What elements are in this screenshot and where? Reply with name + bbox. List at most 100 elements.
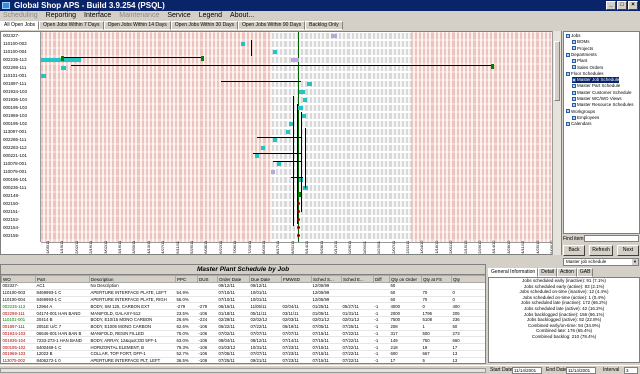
tree-item-sales-orders[interactable]: Sales Orders <box>572 65 603 71</box>
tree-item-master-resource-schedules[interactable]: Master Resource Schedules <box>572 102 634 108</box>
tree-item-master-wc-wo-views[interactable]: Master WC/WO Views <box>572 96 622 102</box>
view-select[interactable]: Master job schedule ▼ <box>563 258 639 266</box>
info-tab-3[interactable]: GAB <box>576 268 594 277</box>
job-bar[interactable] <box>273 138 277 142</box>
table-row[interactable]: 110101-001 20414 B BODY, E10/15 MONO CARBO… <box>1 316 485 324</box>
table-row[interactable]: 002327- AC1 No Description 09/12/11 09/12/11… <box>1 282 485 290</box>
column-header[interactable]: Order Date <box>217 275 250 283</box>
interval-field[interactable]: 3 <box>624 367 638 374</box>
find-item-input[interactable] <box>584 235 639 242</box>
table-row[interactable]: 000195-102 5400469-1 C HORIZONTAL ELEMENT,… <box>1 343 485 351</box>
gantt-row-label: 000195-102 <box>3 121 28 126</box>
job-bar[interactable] <box>61 66 66 70</box>
job-bar[interactable] <box>277 162 281 166</box>
job-bar[interactable] <box>241 42 245 46</box>
table-row[interactable]: 001897-111 2051E U/C 7 BODY, E1005 MONO CA… <box>1 323 485 331</box>
tree-item-master-customer-schedule[interactable]: Master Customer Schedule <box>572 90 632 96</box>
tree-item-projects[interactable]: Projects <box>572 46 593 52</box>
end-date-field[interactable]: 11/14/2001 <box>566 367 596 374</box>
tree-item-workgroups[interactable]: Workgroups <box>566 109 595 115</box>
column-header[interactable]: Qty on Order <box>389 275 422 283</box>
week-divider <box>475 32 478 242</box>
milestone-marker <box>61 56 64 61</box>
job-bar[interactable] <box>261 146 265 150</box>
tree-item-departments[interactable]: Departments <box>566 52 597 58</box>
cell-due: 10/01/11 <box>249 289 282 297</box>
tree-item-calendars[interactable]: Calendars <box>566 121 592 127</box>
info-tab-1[interactable]: Detail <box>538 268 557 277</box>
tab-5[interactable]: Backlog Only <box>305 21 343 30</box>
gantt-area[interactable] <box>41 32 561 242</box>
job-bar[interactable] <box>291 58 299 62</box>
folder-icon <box>572 65 576 70</box>
column-header[interactable]: Due Date <box>249 275 282 283</box>
column-header[interactable]: DUS <box>197 275 218 283</box>
tab-1[interactable]: Open Jobs Within 7 Days <box>39 21 104 30</box>
menu-item-5[interactable]: Legend <box>199 11 222 21</box>
job-bar[interactable] <box>255 154 259 158</box>
table-row[interactable]: 002298-111 04174-001 HAN BAND MANIFOLD, GA… <box>1 309 485 317</box>
chevron-down-icon[interactable]: ▼ <box>632 259 638 265</box>
tab-2[interactable]: Open Jobs Within 14 Days <box>103 21 171 30</box>
close-button[interactable]: × <box>628 1 638 10</box>
week-divider <box>190 32 192 242</box>
job-bar[interactable] <box>303 98 307 102</box>
column-header[interactable]: Qty <box>451 275 485 283</box>
job-bar[interactable] <box>273 50 277 54</box>
table-row[interactable]: 110100-003 8469993-1 C APERTURE INTERFACE … <box>1 289 485 297</box>
tree-item-jobs[interactable]: Jobs <box>566 33 581 39</box>
column-header[interactable]: PPC <box>175 275 198 283</box>
tree-item-label: Floor Schedules <box>571 70 604 76</box>
menu-item-4[interactable]: Service <box>167 11 190 21</box>
menu-item-0[interactable]: Scheduling <box>3 11 38 21</box>
table-row[interactable]: 001936-104 7233-273-1 HAN BAND BODY, ARRAY… <box>1 336 485 345</box>
gantt-vertical-scrollbar[interactable] <box>552 31 561 255</box>
table-row[interactable]: 113075-002 8406272-1 0 APERTURE INTERFACE … <box>1 357 485 363</box>
minimize-button[interactable]: _ <box>606 1 616 10</box>
dependency-line <box>305 128 306 188</box>
refresh-button[interactable]: Refresh <box>589 245 613 256</box>
maximize-button[interactable]: □ <box>617 1 627 10</box>
column-header[interactable]: Qty at FS <box>421 275 452 283</box>
table-row[interactable]: 001934-103 06546-001 HAN BAN B MANIFOLD, R… <box>1 330 485 338</box>
menu-item-1[interactable]: Reporting <box>46 11 76 21</box>
tree-item-plant[interactable]: Plant <box>572 58 587 64</box>
job-bar[interactable] <box>331 34 337 38</box>
table-row[interactable]: 110100-004 8469993-1 C APERTURE INTERFACE … <box>1 296 485 304</box>
tree-item-employees[interactable]: Employees <box>572 115 599 121</box>
column-header[interactable]: Sched S... <box>311 275 342 283</box>
tree-item-master-part-schedule[interactable]: Master Part Schedule <box>572 83 620 89</box>
info-tab-0[interactable]: General Information <box>488 268 539 277</box>
column-header[interactable]: Sched E... <box>341 275 374 283</box>
tree-item-boms[interactable]: BOMs <box>572 39 590 45</box>
info-tab-2[interactable]: Action <box>557 268 577 277</box>
menu-item-2[interactable]: Interface <box>84 11 111 21</box>
column-header[interactable]: WO <box>1 275 36 283</box>
column-header[interactable]: FMWSD <box>281 275 312 283</box>
job-bar[interactable] <box>307 82 312 86</box>
table-row[interactable]: 002235-113 12964 A BODY, SM 125, CARBON EX… <box>1 302 485 311</box>
menu-item-6[interactable]: About... <box>230 11 254 21</box>
column-header[interactable]: Part <box>35 275 90 283</box>
back-button[interactable]: Back <box>563 245 585 256</box>
table-row[interactable]: 001969-103 12023 B COLLAR, TOP FORT, DFP-1… <box>1 350 485 358</box>
tab-3[interactable]: Open Jobs Within 30 Days <box>170 21 238 30</box>
tree-item-master-job-schedule[interactable]: Master Job Schedule <box>572 77 620 84</box>
menu-item-3[interactable]: Maintenance <box>119 11 159 21</box>
cell-wo: 110101-001 <box>1 316 36 324</box>
tree-item-floor-schedules[interactable]: Floor Schedules <box>566 71 604 77</box>
scrollbar-thumb[interactable] <box>554 41 560 101</box>
tab-0[interactable]: All Open Jobs <box>0 21 40 30</box>
grid-horizontal-scrollbar[interactable] <box>0 368 486 373</box>
job-bar[interactable] <box>271 170 275 174</box>
tab-4[interactable]: Open Jobs Within 90 Days <box>237 21 306 30</box>
job-bar[interactable] <box>286 130 290 134</box>
start-date-field[interactable]: 11/14/2001 <box>512 367 542 374</box>
cell-diff: -1 <box>373 336 390 345</box>
column-header[interactable]: Diff <box>373 275 390 283</box>
job-bar[interactable] <box>41 74 46 78</box>
job-bar[interactable] <box>299 90 305 94</box>
folder-icon <box>566 33 570 38</box>
column-header[interactable]: Description <box>89 275 176 283</box>
next-button[interactable]: Next <box>617 245 639 256</box>
